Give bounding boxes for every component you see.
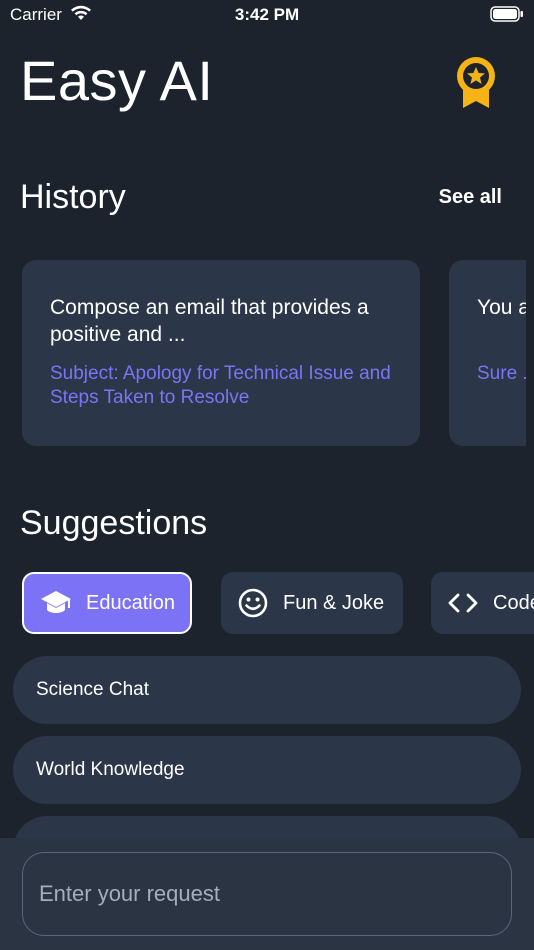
graduation-cap-icon <box>40 587 72 619</box>
see-all-link[interactable]: See all <box>439 186 502 209</box>
history-card-response: Subject: Apology for Technical Issue and… <box>50 363 391 408</box>
status-bar: Carrier 3:42 PM <box>0 0 534 30</box>
suggestion-item[interactable]: Science Chat <box>13 656 521 724</box>
chip-fun-joke[interactable]: Fun & Joke <box>221 572 403 634</box>
history-card-prompt: You a... Resp... <box>477 296 526 319</box>
chip-label: Code <box>493 591 534 614</box>
smiley-icon <box>237 587 269 619</box>
suggestions-title: Suggestions <box>20 504 208 542</box>
category-chips: Education Fun & Joke Code <box>0 572 534 636</box>
history-carousel[interactable]: Compose an email that provides a positiv… <box>0 260 526 446</box>
history-card-prompt: Compose an email that provides a positiv… <box>50 296 369 346</box>
history-card[interactable]: You a... Resp... Sure ... be he... <box>449 260 526 446</box>
history-card[interactable]: Compose an email that provides a positiv… <box>22 260 420 446</box>
input-bar <box>0 838 534 950</box>
chip-code[interactable]: Code <box>431 572 534 634</box>
app-title: Easy AI <box>20 49 214 112</box>
award-ribbon-icon[interactable] <box>454 56 498 110</box>
history-card-response: Sure ... be he... <box>477 363 526 384</box>
code-brackets-icon <box>447 587 479 619</box>
clock: 3:42 PM <box>234 5 300 24</box>
chip-label: Education <box>86 591 175 614</box>
chip-education[interactable]: Education <box>22 572 192 634</box>
request-input[interactable] <box>22 852 512 936</box>
suggestion-item[interactable]: World Knowledge <box>13 736 521 804</box>
battery-icon <box>490 6 524 27</box>
chip-label: Fun & Joke <box>283 591 385 614</box>
app-screen: Carrier 3:42 PM Easy AI History See all … <box>0 0 534 950</box>
history-title: History <box>20 178 126 216</box>
